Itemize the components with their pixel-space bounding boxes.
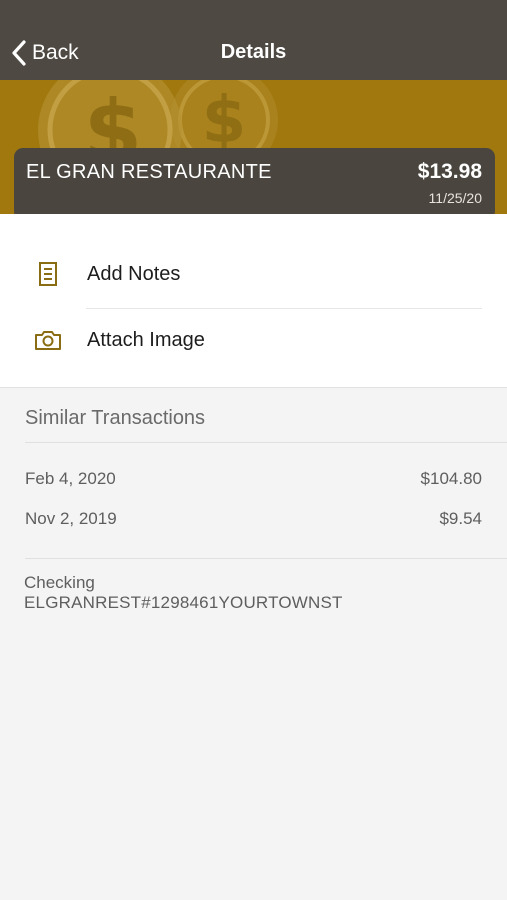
actions-section: Add Notes Attach Image — [0, 214, 507, 388]
list-item[interactable]: Feb 4, 2020 $104.80 — [25, 469, 482, 493]
add-notes-label: Add Notes — [87, 263, 181, 285]
actions-divider — [86, 308, 482, 309]
camera-icon — [35, 331, 61, 350]
similar-amount: $9.54 — [439, 509, 482, 528]
add-notes-button[interactable]: Add Notes — [0, 242, 507, 306]
similar-date: Feb 4, 2020 — [25, 469, 116, 488]
account-divider — [25, 558, 507, 559]
merchant-name: EL GRAN RESTAURANTE — [26, 161, 272, 183]
list-item[interactable]: Nov 2, 2019 $9.54 — [25, 509, 482, 533]
similar-date: Nov 2, 2019 — [25, 509, 117, 528]
nav-bar: Back Details — [0, 0, 507, 80]
similar-divider — [25, 442, 507, 443]
account-description: ELGRANREST#1298461YOURTOWNST — [24, 593, 343, 612]
similar-transactions-header: Similar Transactions — [25, 407, 206, 429]
transaction-date: 11/25/20 — [428, 190, 482, 206]
transaction-card: EL GRAN RESTAURANTE $13.98 11/25/20 — [14, 148, 495, 220]
attach-image-button[interactable]: Attach Image — [0, 308, 507, 372]
attach-image-label: Attach Image — [87, 329, 205, 351]
svg-text:$: $ — [202, 84, 247, 158]
similar-amount: $104.80 — [420, 469, 482, 488]
page-title: Details — [220, 41, 287, 63]
account-type: Checking — [24, 573, 95, 592]
notes-icon — [39, 262, 57, 286]
transaction-amount: $13.98 — [417, 160, 482, 183]
